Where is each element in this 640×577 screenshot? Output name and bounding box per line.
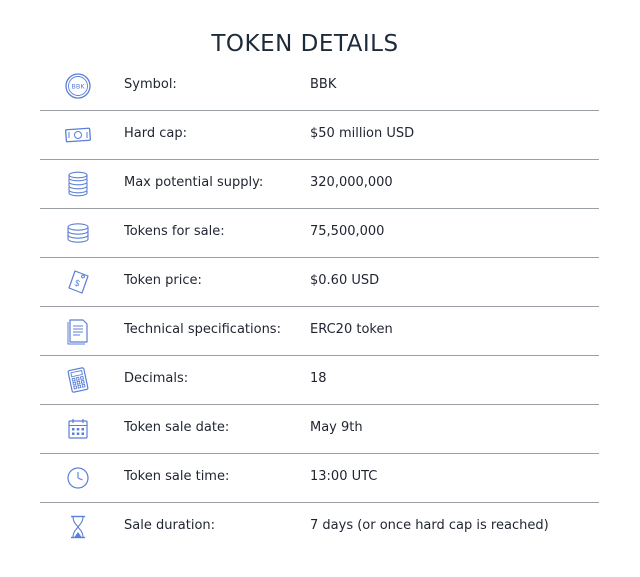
decimals-value: 18 xyxy=(310,371,327,386)
calendar-icon xyxy=(64,415,92,443)
sale-duration-label: Sale duration: xyxy=(124,518,216,533)
decimals-label: Decimals: xyxy=(124,371,189,386)
token-detail-row-hard-cap: Hard cap: $50 million USD xyxy=(40,111,599,160)
token-details-table: BBK Symbol: BBK Hard cap: $50 million US… xyxy=(40,62,599,551)
token-detail-row-decimals: Decimals: 18 xyxy=(40,356,599,405)
sale-time-label: Token sale time: xyxy=(124,469,230,484)
token-detail-row-symbol: BBK Symbol: BBK xyxy=(40,62,599,111)
symbol-value: BBK xyxy=(310,77,337,92)
page-title: TOKEN DETAILS xyxy=(211,31,399,58)
svg-text:$: $ xyxy=(73,278,82,289)
clock-icon xyxy=(64,464,92,492)
banknote-icon xyxy=(64,121,92,149)
token-detail-row-tokens-for-sale: Tokens for sale: 75,500,000 xyxy=(40,209,599,258)
symbol-label: Symbol: xyxy=(124,77,177,92)
document-icon xyxy=(64,317,92,345)
tech-specs-value: ERC20 token xyxy=(310,322,393,337)
token-detail-row-max-supply: Max potential supply: 320,000,000 xyxy=(40,160,599,209)
price-tag-icon: $ xyxy=(64,268,92,296)
sale-date-value: May 9th xyxy=(310,420,363,435)
bbk-coin-text: BBK xyxy=(71,83,85,91)
token-detail-row-token-price: $ Token price: $0.60 USD xyxy=(40,258,599,307)
max-supply-value: 320,000,000 xyxy=(310,175,393,190)
sale-duration-value: 7 days (or once hard cap is reached) xyxy=(310,518,549,533)
token-detail-row-tech-specs: Technical specifications: ERC20 token xyxy=(40,307,599,356)
token-price-label: Token price: xyxy=(124,273,202,288)
calculator-icon xyxy=(64,366,92,394)
hourglass-icon xyxy=(64,513,92,541)
token-detail-row-sale-date: Token sale date: May 9th xyxy=(40,405,599,454)
tech-specs-label: Technical specifications: xyxy=(124,322,281,337)
sale-date-label: Token sale date: xyxy=(124,420,230,435)
hard-cap-value: $50 million USD xyxy=(310,126,415,141)
coin-stack-icon xyxy=(64,170,92,198)
token-price-value: $0.60 USD xyxy=(310,273,380,288)
coin-stack-small-icon xyxy=(64,219,92,247)
tokens-for-sale-value: 75,500,000 xyxy=(310,224,385,239)
max-supply-label: Max potential supply: xyxy=(124,175,264,190)
bbk-coin-icon: BBK xyxy=(64,72,92,100)
sale-time-value: 13:00 UTC xyxy=(310,469,378,484)
token-detail-row-sale-duration: Sale duration: 7 days (or once hard cap … xyxy=(40,503,599,551)
hard-cap-label: Hard cap: xyxy=(124,126,187,141)
tokens-for-sale-label: Tokens for sale: xyxy=(124,224,225,239)
token-detail-row-sale-time: Token sale time: 13:00 UTC xyxy=(40,454,599,503)
